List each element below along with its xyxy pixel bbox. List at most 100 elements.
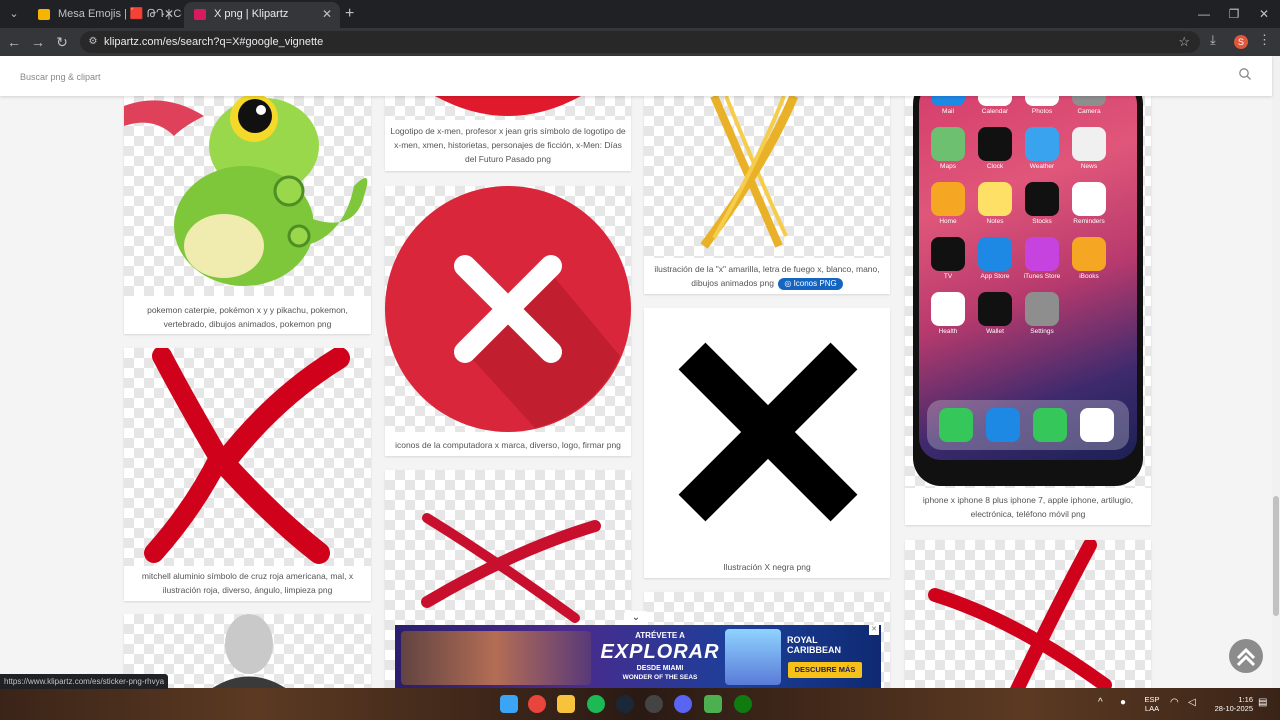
result-card[interactable]: mitchell aluminio símbolo de cruz roja a… — [124, 348, 371, 601]
result-card[interactable]: pokemon caterpie, pokémon x y y pikachu,… — [124, 96, 371, 334]
app-icon-mail — [931, 96, 965, 106]
minimize-icon[interactable]: — — [1190, 4, 1218, 24]
ad-cta-button[interactable]: DESCUBRE MÁS — [788, 662, 862, 678]
tray-chevron-icon[interactable]: ^ — [1098, 698, 1103, 708]
tab-title: X png | Klipartz — [214, 8, 289, 20]
result-card[interactable]: Logotipo de x-men, profesor x jean gris … — [385, 96, 631, 171]
date: 28-10-2025 — [1214, 704, 1253, 713]
ad-headline-2: EXPLORAR — [600, 641, 720, 663]
address-bar[interactable]: ⚙ klipartz.com/es/search?q=X#google_vign… — [80, 31, 1200, 53]
forward-icon[interactable]: → — [28, 32, 48, 52]
app-icon-weather — [1025, 127, 1059, 161]
page-content: pokemon caterpie, pokémon x y y pikachu,… — [0, 56, 1280, 688]
xmen-logo-image — [385, 96, 631, 120]
wifi-icon[interactable]: ◠ — [1170, 698, 1179, 708]
reload-icon[interactable]: ↻ — [52, 32, 72, 52]
fire-x-image — [644, 96, 890, 258]
result-caption[interactable]: pokemon caterpie, pokémon x y y pikachu,… — [124, 303, 371, 331]
xbox-icon[interactable] — [734, 695, 752, 713]
url-text[interactable]: klipartz.com/es/search?q=X#google_vignet… — [104, 31, 323, 53]
notifications-icon[interactable]: ▤ — [1258, 698, 1267, 708]
ad-collapse-chevron-icon[interactable]: ⌄ — [624, 611, 648, 625]
dock-icon-phone — [939, 408, 973, 442]
app-icon-ibooks — [1072, 237, 1106, 271]
close-window-icon[interactable]: ✕ — [1250, 4, 1278, 24]
new-tab-button[interactable]: + — [345, 4, 354, 24]
app-icon-stocks — [1025, 182, 1059, 216]
app-icon-tv — [931, 237, 965, 271]
result-caption[interactable]: mitchell aluminio símbolo de cruz roja a… — [124, 569, 371, 597]
app-icon-news — [1072, 127, 1106, 161]
volume-icon[interactable]: ◁ — [1188, 698, 1196, 708]
app-icon-calendar — [978, 96, 1012, 106]
folder-icon — [38, 9, 50, 20]
black-x-image — [644, 308, 890, 554]
menu-icon[interactable]: ⋮ — [1258, 32, 1271, 48]
time: 1:16 — [1238, 695, 1253, 704]
language-layout: LAA — [1144, 704, 1160, 713]
result-caption[interactable]: iconos de la computadora x marca, divers… — [385, 438, 631, 452]
klipartz-favicon-icon — [194, 9, 206, 20]
page-scrollbar[interactable] — [1272, 56, 1280, 688]
scroll-to-top-button[interactable] — [1229, 639, 1263, 673]
clock[interactable]: 1:16 28-10-2025 — [1205, 695, 1253, 713]
app-icon-maps — [931, 127, 965, 161]
search-icon[interactable] — [1238, 67, 1252, 81]
app-icon-health — [931, 292, 965, 326]
app-label: Settings — [1030, 328, 1054, 335]
spotify-icon[interactable] — [587, 695, 605, 713]
app-icon-camera — [1072, 96, 1106, 106]
app-icon-itunes-store — [1025, 237, 1059, 271]
dock-icon-safari — [986, 408, 1020, 442]
close-tab-icon[interactable]: ✕ — [322, 2, 332, 26]
minecraft-icon[interactable] — [704, 695, 722, 713]
ad-headline-1: ATRÉVETE A — [635, 631, 685, 640]
app-icon-clock — [978, 127, 1012, 161]
search-input[interactable] — [10, 66, 1250, 88]
close-tab-icon[interactable]: ✕ — [164, 2, 174, 26]
dock-icon-messages — [1033, 408, 1067, 442]
result-card[interactable]: iconos de la computadora x marca, divers… — [385, 186, 631, 456]
caption-text[interactable]: ilustración de la "x" amarilla, letra de… — [654, 264, 879, 288]
result-card[interactable]: Ilustración X negra png — [644, 308, 890, 578]
red-circle-x-image — [385, 186, 631, 432]
ad-banner[interactable]: ATRÉVETE A EXPLORAR DESDE MIAMI WONDER O… — [395, 625, 881, 688]
profile-avatar[interactable]: S — [1234, 35, 1248, 49]
ad-close-icon[interactable]: ✕ — [869, 625, 879, 635]
dock-icon-music — [1080, 408, 1114, 442]
tab-search-button[interactable]: ⌄ — [4, 4, 24, 24]
app-icon-notes — [978, 182, 1012, 216]
tab-mesa-emojis[interactable]: Mesa Emojis | 🟥 ԹԴ | Co ✕ — [28, 2, 182, 28]
download-icon[interactable]: ⤓ — [1210, 32, 1216, 48]
result-caption[interactable]: Logotipo de x-men, profesor x jean gris … — [385, 124, 631, 166]
site-info-icon[interactable]: ⚙ — [86, 35, 100, 49]
red-x-image — [124, 348, 371, 566]
tab-klipartz[interactable]: X png | Klipartz ✕ — [184, 2, 340, 28]
result-card[interactable]: Mail Calendar Photos Camera Maps Clock Weather… — [905, 96, 1151, 525]
steam-icon[interactable] — [616, 695, 634, 713]
restore-icon[interactable]: ❐ — [1220, 4, 1248, 24]
chrome-icon[interactable] — [528, 695, 546, 713]
site-search-bar — [0, 56, 1272, 96]
obs-icon[interactable] — [645, 695, 663, 713]
icons-png-badge[interactable]: ◎ Iconos PNG — [778, 278, 843, 290]
language-code: ESP — [1144, 695, 1160, 704]
ad-headline-4: WONDER OF THE SEAS — [622, 674, 698, 681]
language-indicator[interactable]: ESP LAA — [1140, 695, 1164, 713]
result-caption[interactable]: Ilustración X negra png — [644, 560, 890, 574]
app-label: News — [1080, 163, 1098, 170]
back-icon[interactable]: ← — [4, 32, 24, 52]
microphone-icon[interactable]: ● — [1120, 698, 1126, 708]
result-card[interactable] — [905, 540, 1151, 688]
scrollbar-thumb[interactable] — [1273, 496, 1279, 616]
file-explorer-icon[interactable] — [557, 695, 575, 713]
app-icon-home — [931, 182, 965, 216]
browser-toolbar: ← → ↻ ⚙ klipartz.com/es/search?q=X#googl… — [0, 28, 1280, 56]
result-card[interactable]: ilustración de la "x" amarilla, letra de… — [644, 96, 890, 294]
windows-start-icon[interactable] — [500, 695, 518, 713]
app-label: Reminders — [1073, 218, 1105, 225]
result-caption[interactable]: ilustración de la "x" amarilla, letra de… — [644, 262, 890, 290]
result-caption[interactable]: iphone x iphone 8 plus iphone 7, apple i… — [905, 493, 1151, 521]
discord-icon[interactable] — [674, 695, 692, 713]
bookmark-star-icon[interactable]: ☆ — [1178, 31, 1190, 53]
